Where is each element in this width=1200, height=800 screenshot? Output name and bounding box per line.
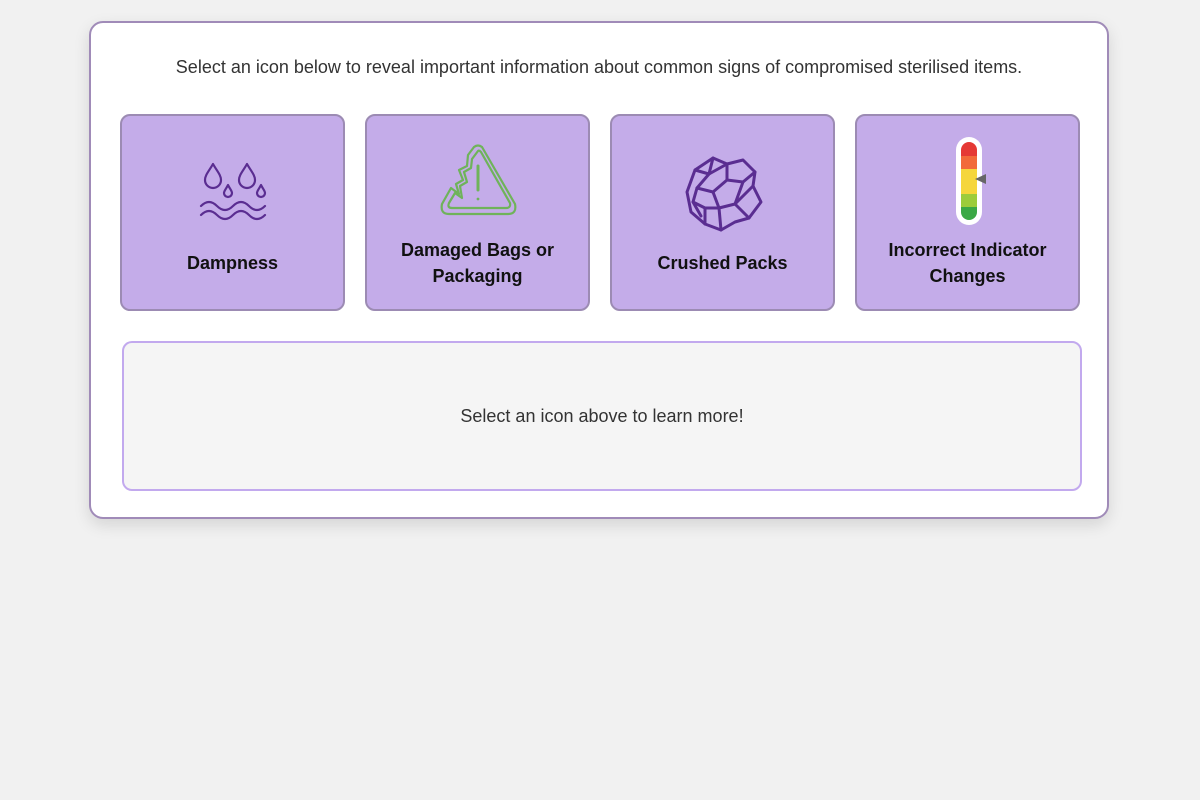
card-label: Incorrect Indicator Changes: [888, 240, 1047, 286]
card-label: Dampness: [186, 253, 279, 273]
intro-text: Select an icon below to reveal important…: [175, 57, 1023, 77]
card-label: Damaged Bags or Packaging: [400, 240, 555, 286]
card-crushed-packs[interactable]: Crushed Packs: [610, 114, 835, 311]
water-drops-icon: [122, 160, 343, 224]
info-box: Select an icon above to learn more!: [122, 341, 1082, 491]
main-panel: Select an icon below to reveal important…: [89, 21, 1109, 519]
card-dampness[interactable]: Dampness: [120, 114, 345, 311]
card-indicator-changes[interactable]: Incorrect Indicator Changes: [855, 114, 1080, 311]
color-indicator-gauge-icon: [857, 136, 1078, 226]
info-placeholder-text: Select an icon above to learn more!: [460, 405, 744, 426]
card-damaged-bags[interactable]: Damaged Bags or Packaging: [365, 114, 590, 311]
torn-warning-triangle-icon: [367, 144, 588, 218]
crumpled-paper-icon: [612, 152, 833, 232]
card-label: Crushed Packs: [657, 253, 788, 273]
